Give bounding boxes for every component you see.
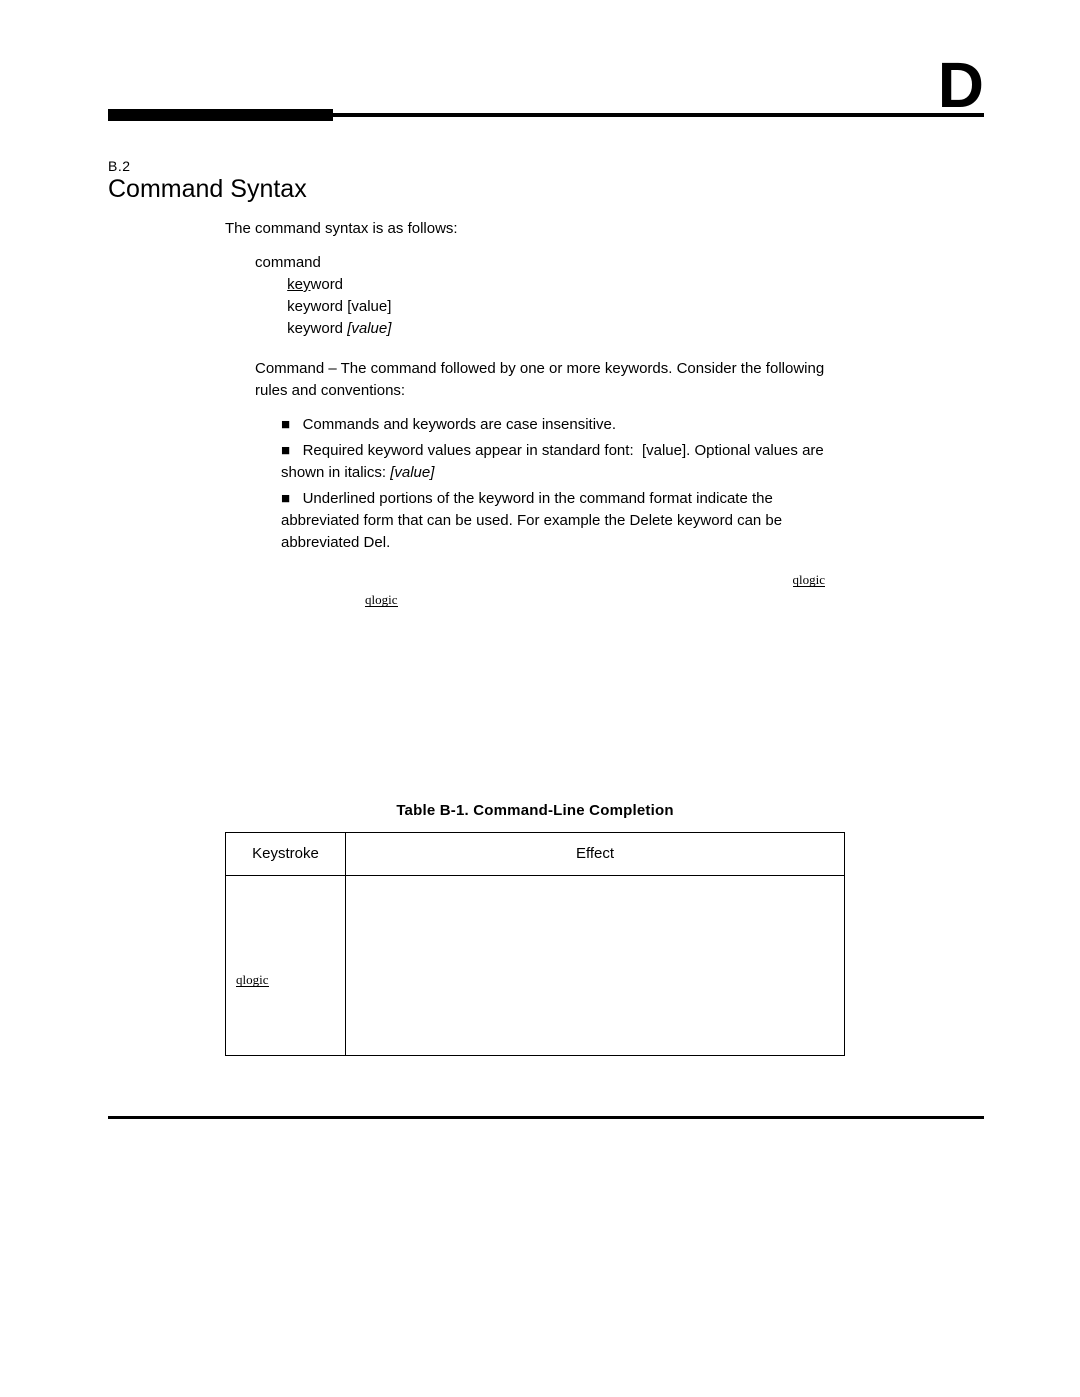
command-explain: Command – The command followed by one or… (255, 358, 845, 402)
syntax-block: command keyword keyword [value] keyword … (255, 252, 845, 340)
bullet-text-2: Underlined portions of the keyword in th… (281, 490, 782, 551)
bullet-text-1: Required keyword values appear in standa… (303, 442, 638, 459)
command-rest: – The command followed by one or more ke… (255, 360, 824, 399)
th-keystroke: Keystroke (226, 833, 346, 876)
header-rule (108, 109, 984, 123)
syntax-keyword-token: key (287, 276, 310, 293)
cell-keystroke: qlogic Tab (226, 876, 346, 1056)
section-title: Command Syntax (108, 175, 307, 204)
table-header-row: Keystroke Effect (226, 833, 845, 876)
list-item: ■ Underlined portions of the keyword in … (281, 488, 845, 554)
header-rule-thick (108, 109, 333, 121)
bullet-glyph: ■ (281, 442, 298, 459)
inline-logo-icon: qlogic (793, 574, 826, 587)
section-number: B.2 (108, 158, 131, 174)
command-bold: Command (255, 360, 324, 377)
table-row: qlogic Tab Completes the command line. E… (226, 876, 845, 1056)
syntax-value-italic: [value] (347, 320, 391, 337)
completion-table: Keystroke Effect qlogic Tab Completes th… (225, 832, 845, 1056)
bullet-text-1-italic: [value] (390, 464, 434, 481)
header-rule-thin (333, 113, 984, 117)
th-effect: Effect (346, 833, 845, 876)
list-item: ■ Required keyword values appear in stan… (281, 440, 845, 484)
intro-line: The command syntax is as follows: (225, 218, 845, 240)
syntax-keyword3: keyword (287, 320, 347, 337)
list-item: ■ Commands and keywords are case insensi… (281, 414, 845, 436)
keystroke-para: qlogic qlogic The command-line completio… (225, 568, 845, 652)
cell-effect: Completes the command line. Enter at lea… (346, 876, 845, 1056)
table-caption: Table B-1. Command-Line Completion (225, 800, 845, 822)
bullet-glyph: ■ (281, 490, 298, 507)
syntax-keyword2: keyword (287, 298, 347, 315)
inline-logo-icon: qlogic (236, 974, 269, 987)
footer-rule (108, 1116, 984, 1119)
syntax-value-token: [value] (347, 298, 391, 315)
bullet-text-1-tail: [value]. (642, 442, 690, 459)
inline-logo-icon: qlogic (365, 594, 398, 607)
bullet-list: ■ Commands and keywords are case insensi… (281, 414, 845, 554)
syntax-command-token: command (255, 254, 325, 271)
bullet-text-0: Commands and keywords are case insensiti… (303, 416, 616, 433)
bullet-glyph: ■ (281, 416, 298, 433)
body-column: The command syntax is as follows: comman… (225, 218, 845, 1056)
